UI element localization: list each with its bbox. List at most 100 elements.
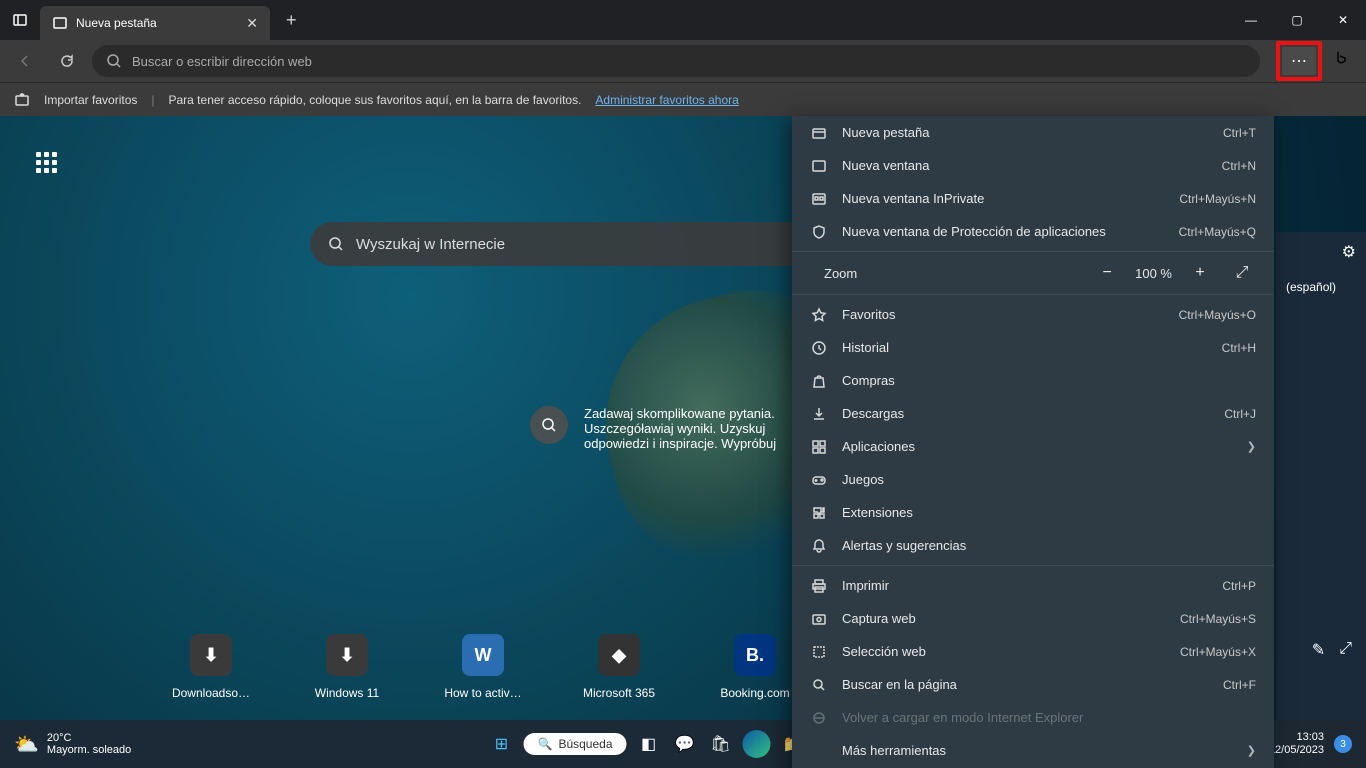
ai-search-icon[interactable] — [530, 406, 568, 444]
print-icon — [810, 578, 828, 594]
back-button[interactable] — [8, 44, 42, 78]
tab-actions-icon[interactable] — [12, 12, 28, 28]
menu-item-nueva-ventana[interactable]: Nueva ventana Ctrl+N — [792, 149, 1274, 182]
gear-icon[interactable]: ⚙ — [1286, 242, 1356, 262]
chat-icon[interactable]: 💬 — [671, 730, 699, 758]
select-icon — [810, 644, 828, 660]
taskbar-search[interactable]: 🔍 Búsqueda — [524, 733, 627, 755]
menu-separator — [792, 294, 1274, 295]
menu-item-selecci-n-web[interactable]: Selección web Ctrl+Mayús+X — [792, 635, 1274, 668]
weather-widget[interactable]: ⛅ 20°C Mayorm. soleado — [0, 732, 145, 757]
puzzle-icon — [810, 505, 828, 521]
tab-title: Nueva pestaña — [76, 16, 157, 30]
web-search-box[interactable]: Wyszukaj w Internecie — [310, 222, 810, 266]
menu-item-compras[interactable]: Compras — [792, 364, 1274, 397]
edge-icon[interactable] — [743, 730, 771, 758]
quick-link-label: Booking.com — [720, 686, 789, 700]
menu-item-alertas-y-sugerencias[interactable]: Alertas y sugerencias — [792, 529, 1274, 562]
quick-link-label: Windows 11 — [315, 686, 379, 700]
menu-shortcut: Ctrl+Mayús+O — [1179, 308, 1256, 322]
weather-icon: ⛅ — [14, 732, 39, 757]
ai-hint-text: Zadawaj skomplikowane pytania. Uszczegół… — [584, 406, 810, 451]
edit-icon[interactable]: ✎ — [1312, 640, 1325, 660]
bookmarks-tip: Para tener acceso rápido, coloque sus fa… — [169, 93, 582, 107]
language-label: (español) — [1286, 280, 1356, 294]
task-view-button[interactable]: ◧ — [635, 730, 663, 758]
window-icon — [810, 158, 828, 174]
menu-shortcut: Ctrl+Mayús+N — [1179, 192, 1256, 206]
menu-item-label: Nueva ventana — [842, 158, 1208, 173]
menu-item-imprimir[interactable]: Imprimir Ctrl+P — [792, 569, 1274, 602]
menu-item-volver-a-cargar-en-modo-internet-explorer: Volver a cargar en modo Internet Explore… — [792, 701, 1274, 734]
menu-item-nueva-pesta-a[interactable]: Nueva pestaña Ctrl+T — [792, 116, 1274, 149]
zoom-in-button[interactable]: + — [1186, 264, 1214, 282]
menu-item-favoritos[interactable]: Favoritos Ctrl+Mayús+O — [792, 298, 1274, 331]
menu-separator — [792, 565, 1274, 566]
close-window-button[interactable]: ✕ — [1320, 0, 1366, 40]
quick-link[interactable]: ◆Microsoft 365 — [578, 634, 660, 700]
menu-shortcut: Ctrl+Mayús+S — [1180, 612, 1256, 626]
more-menu-highlight: ⋯ — [1276, 41, 1322, 81]
menu-item-aplicaciones[interactable]: Aplicaciones ❯ — [792, 430, 1274, 463]
zoom-out-button[interactable]: − — [1093, 264, 1121, 282]
star-icon — [810, 307, 828, 323]
import-favorites-icon — [14, 92, 30, 108]
quick-link[interactable]: WHow to activ… — [442, 634, 524, 700]
menu-item-captura-web[interactable]: Captura web Ctrl+Mayús+S — [792, 602, 1274, 635]
refresh-button[interactable] — [50, 44, 84, 78]
apps-grid-icon[interactable] — [36, 152, 58, 174]
menu-item-extensiones[interactable]: Extensiones — [792, 496, 1274, 529]
settings-menu: Nueva pestaña Ctrl+T Nueva ventana Ctrl+… — [792, 116, 1274, 768]
quick-link[interactable]: ⬇Downloadso… — [170, 634, 252, 700]
new-tab-button[interactable]: + — [278, 6, 305, 35]
menu-item-label: Favoritos — [842, 307, 1165, 322]
shield-icon — [810, 224, 828, 240]
quick-link[interactable]: ⬇Windows 11 — [306, 634, 388, 700]
expand-icon[interactable]: ⤢ — [1339, 640, 1352, 660]
start-button[interactable]: ⊞ — [488, 730, 516, 758]
store-icon[interactable]: 🛍 — [707, 730, 735, 758]
menu-item-label: Imprimir — [842, 578, 1208, 593]
temperature: 20°C — [47, 732, 131, 744]
quick-link[interactable]: B. Booking.com — [714, 634, 796, 700]
browser-toolbar: Buscar o escribir dirección web ⋯ — [0, 40, 1366, 82]
close-tab-icon[interactable]: ✕ — [246, 15, 258, 32]
sidebar-panel: ⚙ (español) — [1276, 232, 1366, 768]
manage-favorites-link[interactable]: Administrar favoritos ahora — [595, 93, 738, 107]
more-menu-button[interactable]: ⋯ — [1282, 47, 1316, 75]
address-placeholder: Buscar o escribir dirección web — [132, 54, 312, 69]
menu-shortcut: Ctrl+P — [1222, 579, 1256, 593]
quick-link-tile: B. — [734, 634, 776, 676]
menu-item-nueva-ventana-inprivate[interactable]: Nueva ventana InPrivate Ctrl+Mayús+N — [792, 182, 1274, 215]
menu-item-label: Descargas — [842, 406, 1210, 421]
page-edit-controls: ✎ ⤢ — [1312, 640, 1352, 660]
menu-item-nueva-ventana-de-protecci-n-de-aplicaciones[interactable]: Nueva ventana de Protección de aplicacio… — [792, 215, 1274, 248]
quick-link-tile: ⬇ — [190, 634, 232, 676]
import-favorites-button[interactable]: Importar favoritos — [44, 93, 137, 107]
titlebar: Nueva pestaña ✕ + — ▢ ✕ — [0, 0, 1366, 40]
menu-item-descargas[interactable]: Descargas Ctrl+J — [792, 397, 1274, 430]
menu-separator — [792, 251, 1274, 252]
quick-link-tile: ◆ — [598, 634, 640, 676]
minimize-button[interactable]: — — [1228, 0, 1274, 40]
menu-item-label: Aplicaciones — [842, 439, 1233, 454]
address-bar[interactable]: Buscar o escribir dirección web — [92, 45, 1260, 77]
menu-item-historial[interactable]: Historial Ctrl+H — [792, 331, 1274, 364]
search-icon — [328, 236, 344, 252]
tab-icon — [810, 125, 828, 141]
menu-item-m-s-herramientas[interactable]: Más herramientas ❯ — [792, 734, 1274, 767]
chevron-right-icon: ❯ — [1247, 440, 1256, 453]
zoom-label: Zoom — [824, 266, 1079, 281]
notification-badge[interactable]: 3 — [1334, 735, 1352, 753]
bing-button[interactable] — [1324, 41, 1358, 75]
browser-tab[interactable]: Nueva pestaña ✕ — [40, 6, 270, 40]
maximize-button[interactable]: ▢ — [1274, 0, 1320, 40]
bell-icon — [810, 538, 828, 554]
ie-icon — [810, 710, 828, 726]
fullscreen-button[interactable]: ⤢ — [1228, 264, 1256, 282]
menu-item-label: Nueva ventana de Protección de aplicacio… — [842, 224, 1165, 239]
menu-item-buscar-en-la-p-gina[interactable]: Buscar en la página Ctrl+F — [792, 668, 1274, 701]
menu-item-label: Buscar en la página — [842, 677, 1209, 692]
menu-item-juegos[interactable]: Juegos — [792, 463, 1274, 496]
capture-icon — [810, 611, 828, 627]
